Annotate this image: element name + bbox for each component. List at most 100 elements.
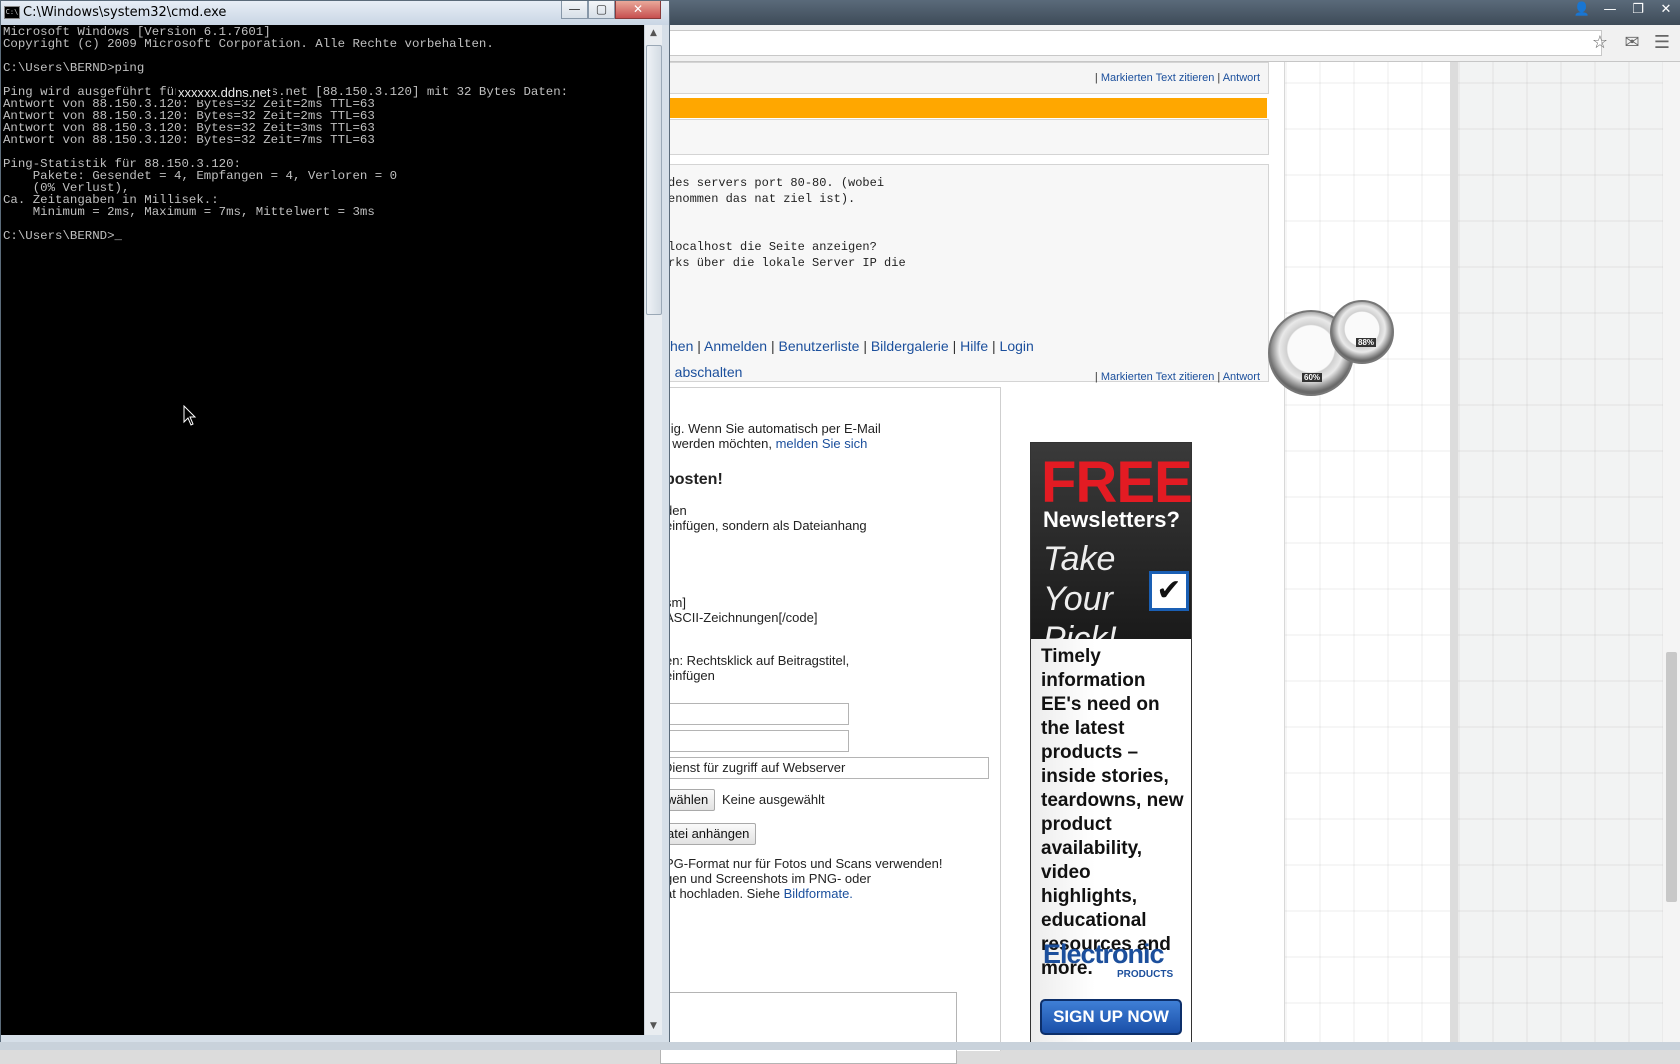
browser-minimize-button[interactable]: — — [1596, 0, 1624, 20]
cmd-scrollbar[interactable]: ▲ ▼ — [644, 25, 662, 1035]
post-text-line: des servers port 80-80. (wobei — [668, 176, 885, 190]
ad-newsletters-text: Newsletters? — [1043, 507, 1180, 532]
redacted-hostname: xxxxxx.ddns.net — [176, 85, 273, 100]
subject-field[interactable]: Dienst für zugriff auf Webserver — [660, 757, 989, 779]
notify-text: t werden möchten, melden Sie sich — [665, 436, 867, 451]
console-line: Antwort von 88.150.3.120: Bytes=32 Zeit=… — [3, 133, 375, 147]
no-file-selected-text: Keine ausgewählt — [722, 792, 825, 807]
sign-up-button[interactable]: SIGN UP NOW — [1040, 999, 1182, 1035]
cpu-meter-gadget[interactable]: 60% 88% — [1268, 300, 1394, 396]
formatting-hint: ASCII-Zeichnungen[/code] — [665, 610, 818, 625]
column-divider — [1450, 62, 1458, 1050]
email-field[interactable] — [660, 730, 849, 752]
reply-link[interactable]: Antwort — [1223, 371, 1260, 383]
forum-nav-second-line: g abschalten — [663, 364, 742, 380]
console-output: Microsoft Windows [Version 6.1.7601] Copy… — [3, 26, 568, 242]
checkmark-icon: ✔ — [1149, 571, 1189, 611]
post-text-line: localhost die Seite anzeigen? — [668, 240, 877, 254]
post-text: des servers port 80-80. (wobei enommen da… — [668, 175, 906, 271]
ad-description: Timely information EE's need on the late… — [1041, 646, 1184, 979]
cpu-value: 60% — [1302, 373, 1323, 382]
nav-login-link[interactable]: Login — [1000, 338, 1034, 354]
attach-file-button[interactable]: atei anhängen — [660, 823, 757, 845]
ad-brand-logo: Electronic — [1043, 939, 1165, 969]
message-textarea[interactable] — [660, 992, 957, 1064]
browser-menu-icon[interactable]: ☰ — [1650, 31, 1674, 55]
scroll-down-arrow-icon[interactable]: ▼ — [645, 1018, 662, 1035]
form-heading: posten! — [665, 471, 723, 488]
separator: | — [770, 338, 775, 354]
disable-notifications-link[interactable]: g abschalten — [663, 364, 742, 380]
image-hint-part: at hochladen. Siehe — [665, 886, 780, 901]
memory-gauge-icon — [1330, 300, 1394, 364]
page-scroll-thumb[interactable] — [1666, 652, 1677, 902]
subscribe-link[interactable]: melden Sie sich — [776, 436, 868, 451]
taskbar-edge — [0, 1042, 1680, 1050]
image-hint: PG-Format nur für Fotos und Scans verwen… — [665, 856, 943, 871]
user-icon[interactable]: 👤 — [1568, 0, 1596, 20]
cmd-window: C:\ C:\Windows\system32\cmd.exe — ▢ ✕ Mi… — [0, 0, 670, 1044]
forum-nav: chen | Anmelden | Benutzerliste | Bilder… — [663, 338, 1034, 354]
scroll-up-arrow-icon[interactable]: ▲ — [645, 25, 662, 42]
post-text-line: rks über die lokale Server IP die — [668, 256, 906, 270]
notify-text-part: t werden möchten, — [665, 436, 772, 451]
name-field[interactable] — [660, 703, 849, 725]
console-line: C:\Users\BERND>ping — [3, 61, 145, 75]
gmail-extension-icon[interactable]: ✉ — [1620, 31, 1644, 55]
nav-gallery-link[interactable]: Bildergalerie — [871, 338, 949, 354]
cmd-close-button[interactable]: ✕ — [615, 1, 661, 19]
console-line: Minimum = 2ms, Maximum = 7ms, Mittelwert… — [3, 205, 375, 219]
post-text-line — [668, 223, 906, 239]
nav-userlist-link[interactable]: Benutzerliste — [778, 338, 859, 354]
quote-hint: en: Rechtsklick auf Beitragstitel, — [665, 653, 850, 668]
quote-hint: einfügen — [665, 668, 715, 683]
newsletter-ad-banner[interactable]: FREE Newsletters? Take Your Pick! ✔ Time… — [1030, 442, 1193, 1044]
browser-close-button[interactable]: ✕ — [1652, 0, 1680, 20]
cmd-minimize-button[interactable]: — — [561, 1, 588, 19]
post-text-line — [668, 207, 906, 223]
address-bar[interactable] — [660, 30, 1602, 56]
nav-register-link[interactable]: Anmelden — [704, 338, 767, 354]
page-background-pattern — [1458, 62, 1663, 1050]
cmd-app-icon[interactable]: C:\ — [4, 6, 20, 19]
nav-help-link[interactable]: Hilfe — [960, 338, 988, 354]
post-actions: | Markierten Text zitieren | Antwort — [1095, 371, 1260, 383]
separator: | — [1217, 72, 1221, 84]
cmd-console[interactable]: Microsoft Windows [Version 6.1.7601] Copy… — [1, 25, 644, 1035]
cmd-maximize-button[interactable]: ▢ — [588, 1, 615, 19]
post-header — [665, 119, 1269, 155]
ad-header: FREE Newsletters? Take Your Pick! ✔ — [1031, 443, 1193, 658]
notify-text: llig. Wenn Sie automatisch per E-Mail — [665, 421, 881, 436]
cmd-window-controls: — ▢ ✕ — [561, 1, 661, 19]
mouse-pointer-icon — [183, 405, 197, 426]
separator: | — [1094, 72, 1098, 84]
quote-selection-link[interactable]: Markierten Text zitieren — [1101, 72, 1215, 84]
image-hint: gen und Screenshots im PNG- oder — [665, 871, 871, 886]
separator: | — [697, 338, 701, 354]
ad-body: Timely information EE's need on the late… — [1031, 639, 1191, 1043]
browser-restore-button[interactable]: ❐ — [1624, 0, 1652, 20]
ad-brand-subtitle: PRODUCTS — [1117, 969, 1174, 980]
cmd-scroll-thumb[interactable] — [646, 45, 662, 315]
separator: | — [992, 338, 996, 354]
page-scrollbar[interactable] — [1663, 62, 1680, 1050]
ad-free-text: FREE — [1041, 450, 1193, 515]
separator: | — [863, 338, 867, 354]
console-line: C:\Users\BERND>_ — [3, 229, 122, 243]
cmd-window-title: C:\Windows\system32\cmd.exe — [23, 5, 227, 20]
post-text-line: enommen das nat ziel ist). — [668, 192, 856, 206]
cmd-titlebar[interactable]: C:\ C:\Windows\system32\cmd.exe — ▢ ✕ — [1, 1, 669, 25]
image-hint: at hochladen. Siehe Bildformate. — [665, 886, 853, 901]
post-actions: | Markierten Text zitieren | Antwort — [1095, 72, 1260, 84]
quote-selection-link[interactable]: Markierten Text zitieren — [1101, 371, 1215, 383]
memory-value: 88% — [1356, 338, 1377, 347]
bookmark-star-icon[interactable]: ☆ — [1588, 31, 1612, 55]
image-formats-link[interactable]: Bildformate. — [784, 886, 853, 901]
separator: | — [952, 338, 957, 354]
post-footer: | Markierten Text zitieren | Antwort — [665, 62, 1269, 94]
rule-text: einfügen, sondern als Dateianhang — [665, 518, 867, 533]
browser-window-controls: 👤 — ❐ ✕ — [1568, 0, 1680, 22]
reply-link[interactable]: Antwort — [1223, 72, 1260, 84]
separator: | — [1094, 371, 1098, 383]
console-line: Copyright (c) 2009 Microsoft Corporation… — [3, 37, 494, 51]
